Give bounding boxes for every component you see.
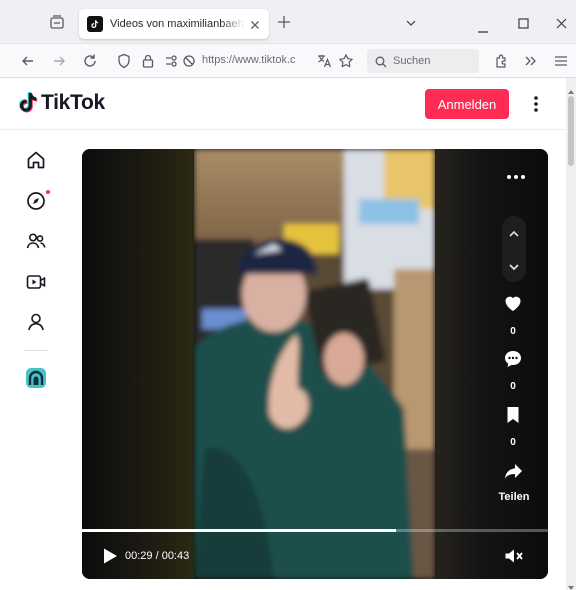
time-readout: 00:29 / 00:43 xyxy=(125,550,190,562)
home-icon[interactable] xyxy=(25,149,47,171)
bookmark-icon[interactable] xyxy=(502,404,524,426)
search-icon xyxy=(375,55,387,68)
creator-avatar-icon[interactable] xyxy=(25,367,47,389)
comment-icon[interactable] xyxy=(502,348,524,370)
login-button[interactable]: Anmelden xyxy=(425,89,509,119)
tiktok-header: TikTok Anmelden xyxy=(0,78,566,130)
scroll-down-icon[interactable] xyxy=(568,578,574,590)
tab-list-icon[interactable] xyxy=(49,15,65,29)
heart-icon[interactable] xyxy=(502,292,524,314)
camera-permission-icon[interactable] xyxy=(181,53,197,69)
comment-count: 0 xyxy=(510,381,516,392)
play-icon[interactable] xyxy=(102,547,118,565)
plus-icon[interactable] xyxy=(277,15,291,29)
chevron-up-icon[interactable] xyxy=(506,226,522,242)
star-icon[interactable] xyxy=(338,53,354,69)
browser-tab-bar: Videos von maximilianbaehring xyxy=(0,0,576,44)
progress-fill xyxy=(82,529,397,532)
translate-icon[interactable] xyxy=(316,53,332,69)
scroll-thumb[interactable] xyxy=(568,96,574,166)
tiktok-logo[interactable]: TikTok xyxy=(17,91,105,115)
more-vertical-icon[interactable] xyxy=(528,93,544,115)
chevron-down-icon[interactable] xyxy=(405,16,417,34)
lock-icon[interactable] xyxy=(140,53,156,69)
video-blur-right xyxy=(435,149,548,579)
search-input[interactable] xyxy=(393,55,473,67)
user-icon[interactable] xyxy=(25,311,47,333)
minimize-icon[interactable] xyxy=(477,21,489,39)
chevron-down-icon[interactable] xyxy=(506,259,522,275)
hamburger-icon[interactable] xyxy=(553,53,569,69)
arrow-right-icon[interactable] xyxy=(51,53,67,69)
browser-navigation-bar: https://www.tiktok.c xyxy=(0,44,576,78)
save-count: 0 xyxy=(510,437,516,448)
scroll-up-icon[interactable] xyxy=(568,82,574,94)
puzzle-icon[interactable] xyxy=(493,53,509,69)
compass-icon[interactable] xyxy=(25,190,47,212)
share-icon[interactable] xyxy=(502,460,524,482)
sidebar-divider xyxy=(24,350,48,351)
browser-search-box[interactable] xyxy=(367,49,479,73)
close-icon[interactable] xyxy=(249,18,261,30)
more-horizontal-icon[interactable] xyxy=(506,167,526,179)
notification-dot xyxy=(46,190,50,194)
volume-muted-icon[interactable] xyxy=(504,547,524,565)
users-icon[interactable] xyxy=(25,230,47,252)
page-scrollbar[interactable] xyxy=(566,78,576,590)
live-video-icon[interactable] xyxy=(25,271,47,293)
browser-tab-active[interactable]: Videos von maximilianbaehring xyxy=(79,9,269,39)
like-count: 0 xyxy=(510,326,516,337)
arrow-left-icon[interactable] xyxy=(20,53,36,69)
share-label[interactable]: Teilen xyxy=(490,491,538,503)
tiktok-note-icon xyxy=(19,92,38,113)
logo-text: TikTok xyxy=(41,91,105,114)
progress-bar[interactable] xyxy=(82,529,548,532)
tab-title: Videos von maximilianbaehring xyxy=(110,18,245,30)
chevrons-right-icon[interactable] xyxy=(523,53,539,69)
reload-icon[interactable] xyxy=(82,53,98,69)
video-frame xyxy=(194,149,435,579)
tiktok-favicon-icon xyxy=(87,16,103,32)
permissions-icon[interactable] xyxy=(164,53,180,69)
video-player[interactable]: 0 0 0 Teilen 00:29 / 00:43 xyxy=(82,149,548,579)
maximize-icon[interactable] xyxy=(518,16,529,34)
video-blur-left xyxy=(82,149,194,579)
window-close-icon[interactable] xyxy=(556,16,567,34)
shield-icon[interactable] xyxy=(116,53,132,69)
